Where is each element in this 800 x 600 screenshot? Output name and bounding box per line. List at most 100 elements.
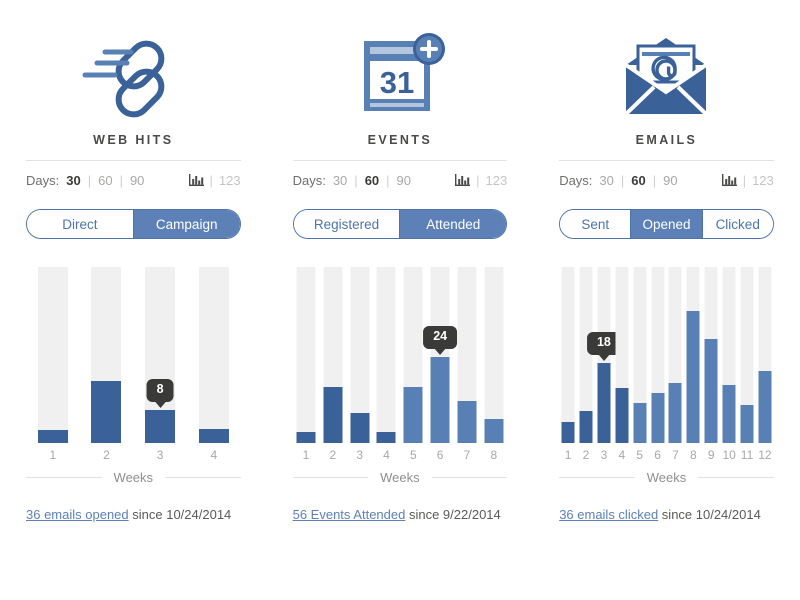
days-option-90[interactable]: 90 [129,173,145,188]
days-option-60[interactable]: 60 [97,173,113,188]
bar[interactable] [561,422,575,443]
bar[interactable] [704,339,718,443]
chart-column[interactable] [454,267,481,443]
segment-campaign[interactable]: Campaign [133,210,240,238]
x-tick-label: 4 [210,448,218,462]
days-option-60[interactable]: 60 [364,173,380,188]
bar[interactable] [651,393,665,443]
chart-column[interactable] [684,267,702,443]
axis-rule-left [26,477,102,478]
numbers-view-option[interactable]: 123 [219,173,241,188]
x-tick-label: 2 [329,448,337,462]
view-separator: | [209,172,213,188]
days-separator: | [87,172,92,188]
x-tick-label: 5 [409,448,417,462]
bar[interactable] [686,311,700,443]
x-tick-label: 1 [564,448,572,462]
bar[interactable] [376,432,396,443]
bar[interactable] [37,430,68,443]
bar[interactable] [484,419,504,443]
days-option-30[interactable]: 30 [598,173,614,188]
days-filter-row: Days: 30 | 60 | 90 | 123 [26,161,241,199]
days-option-30[interactable]: 30 [65,173,81,188]
bar[interactable] [740,405,754,443]
x-tick-label: 11 [740,448,754,462]
chart-column[interactable] [613,267,631,443]
axis-rule-left [559,477,635,478]
bar[interactable] [350,413,370,443]
bar[interactable] [296,432,316,443]
chart-column[interactable] [702,267,720,443]
bar[interactable] [668,383,682,443]
days-option-90[interactable]: 90 [662,173,678,188]
link-chain-icon [26,18,241,133]
chart-column[interactable] [480,267,507,443]
segmented-control: Registered Attended [292,209,508,239]
numbers-view-option[interactable]: 123 [485,173,507,188]
chart-column[interactable] [346,267,373,443]
bar-track [37,267,68,443]
panel-footer: 56 Events Attended since 9/22/2014 [293,507,508,522]
bar[interactable] [722,385,736,443]
footer-link[interactable]: 36 emails clicked [559,507,658,522]
numbers-view-option[interactable]: 123 [752,173,774,188]
chart-column[interactable] [26,267,80,443]
chart-column[interactable] [373,267,400,443]
bar[interactable] [403,387,423,443]
bar-track [484,267,504,443]
panel-emails: EMAILS Days: 30 | 60 | 90 | 123 Sent Ope… [533,0,800,600]
bar[interactable] [430,357,450,443]
chart-column[interactable] [649,267,667,443]
bar[interactable] [758,371,772,443]
segment-direct[interactable]: Direct [27,210,134,238]
chart-column[interactable] [756,267,774,443]
bar-chart-icon[interactable] [455,173,471,187]
bar[interactable] [145,410,176,443]
days-option-30[interactable]: 30 [332,173,348,188]
segment-registered[interactable]: Registered [293,210,401,238]
days-label: Days: [559,172,593,188]
segment-opened[interactable]: Opened [631,210,703,238]
days-option-60[interactable]: 60 [630,173,646,188]
bar[interactable] [597,363,611,443]
x-tick-label: 3 [156,448,164,462]
bar-chart-icon[interactable] [721,173,737,187]
chart-column[interactable] [667,267,685,443]
view-separator: | [476,172,480,188]
days-option-90[interactable]: 90 [396,173,412,188]
chart-column[interactable] [80,267,134,443]
chart-column[interactable]: 8 [133,267,187,443]
chart-column[interactable] [720,267,738,443]
bar[interactable] [579,411,593,443]
segment-attended[interactable]: Attended [400,210,507,238]
bar[interactable] [323,387,343,443]
chart-column[interactable] [631,267,649,443]
bar[interactable] [457,401,477,443]
x-axis-labels: 1 2 3 4 [26,448,241,462]
footer-link[interactable]: 36 emails opened [26,507,129,522]
bar[interactable] [633,403,647,443]
chart-column[interactable] [293,267,320,443]
chart-column[interactable] [319,267,346,443]
x-tick-label: 6 [654,448,661,462]
chart-column[interactable] [738,267,756,443]
axis-rule-right [165,477,241,478]
days-filter-row: Days: 30 | 60 | 90 | 123 [559,161,774,199]
bar-track [561,267,575,443]
bar[interactable] [615,388,629,443]
segment-sent[interactable]: Sent [560,210,632,238]
bar[interactable] [198,429,229,443]
chart-column[interactable] [559,267,577,443]
chart-column[interactable] [187,267,241,443]
bar-chart-icon[interactable] [188,173,204,187]
x-tick-label: 3 [600,448,608,462]
chart-columns: 24 [293,267,508,443]
bar[interactable] [91,381,122,443]
chart-column[interactable]: 18 [586,267,621,443]
segment-clicked[interactable]: Clicked [702,210,773,238]
chart-column[interactable] [400,267,427,443]
footer-link[interactable]: 56 Events Attended [293,507,406,522]
chart-column[interactable] [577,267,595,443]
chart-column[interactable]: 24 [423,267,458,443]
open-envelope-at-icon [559,18,774,133]
